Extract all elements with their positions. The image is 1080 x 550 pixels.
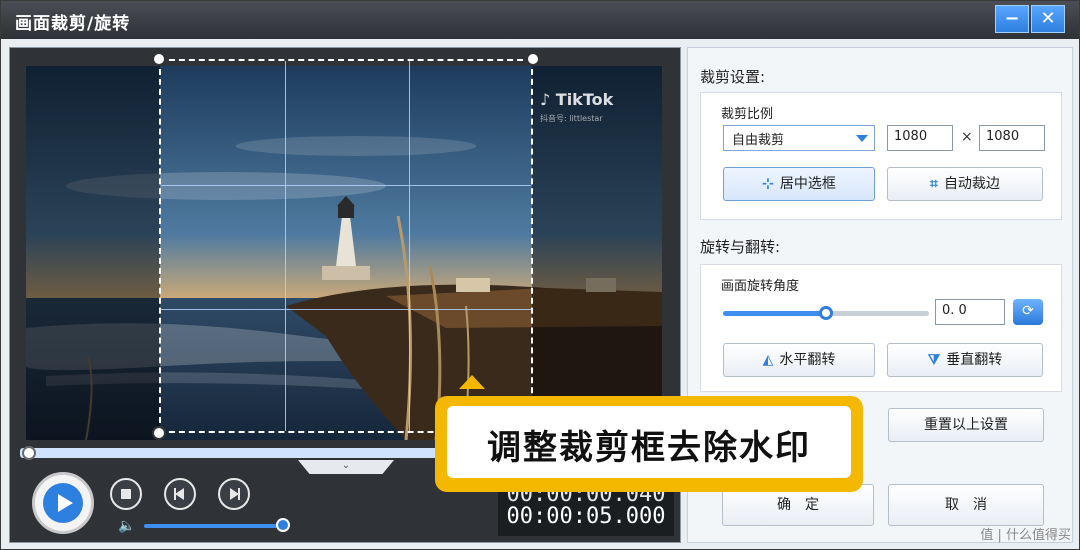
rotate-angle-handle[interactable] bbox=[819, 306, 833, 320]
rotate-icon[interactable]: ⟳ bbox=[1013, 299, 1043, 325]
auto-crop-label: 自动裁边 bbox=[943, 176, 1000, 192]
flip-horizontal-icon: ◭ bbox=[762, 352, 774, 368]
crop-ratio-label: 裁剪比例 bbox=[721, 107, 774, 122]
previous-frame-icon bbox=[174, 488, 184, 500]
seek-handle[interactable] bbox=[22, 446, 36, 460]
flip-vertical-icon: ⧩ bbox=[927, 352, 941, 368]
crop-handle-top-left[interactable] bbox=[152, 52, 166, 66]
volume-handle[interactable] bbox=[276, 518, 290, 532]
play-button[interactable] bbox=[32, 472, 94, 534]
volume-icon[interactable]: 🔈 bbox=[118, 518, 135, 534]
center-frame-icon: ⊹ bbox=[762, 176, 774, 192]
caption-box: 调整裁剪框去除水印 bbox=[447, 406, 851, 478]
crop-handle-bottom-left[interactable] bbox=[152, 426, 166, 440]
crop-gridline bbox=[285, 61, 286, 431]
crop-ratio-select[interactable]: 自由裁剪 bbox=[723, 125, 875, 151]
rotate-section-title: 旋转与翻转: bbox=[700, 238, 781, 256]
rotate-settings-group: 画面旋转角度 0. 0 ⟳ ◭ 水平翻转 ⧩ 垂直翻转 bbox=[700, 264, 1062, 392]
close-button[interactable]: ✕ bbox=[1031, 5, 1065, 33]
stop-icon bbox=[121, 489, 131, 499]
dialog-title: 画面裁剪/旋转 bbox=[15, 14, 131, 34]
center-crop-label: 居中选框 bbox=[779, 176, 836, 192]
crop-width-input[interactable]: 1080 bbox=[887, 125, 953, 151]
crop-gridline bbox=[161, 309, 531, 310]
caption-pointer bbox=[459, 375, 485, 389]
crop-gridline bbox=[161, 185, 531, 186]
crop-outside-mask-left bbox=[26, 66, 160, 440]
next-frame-icon bbox=[230, 488, 240, 500]
chevron-down-icon bbox=[856, 135, 868, 142]
crop-gridline bbox=[409, 61, 410, 431]
total-time: 00:00:05.000 bbox=[506, 504, 666, 529]
stop-button[interactable] bbox=[110, 478, 142, 510]
previous-frame-button[interactable] bbox=[164, 478, 196, 510]
flip-vertical-button[interactable]: ⧩ 垂直翻转 bbox=[887, 343, 1043, 377]
tiktok-logo: ♪ TikTok bbox=[540, 90, 614, 109]
time-display: 00:00:00.040 00:00:05.000 bbox=[498, 482, 674, 536]
caption-text: 调整裁剪框去除水印 bbox=[487, 428, 811, 468]
collapse-tab[interactable]: ⌄ bbox=[298, 460, 394, 474]
play-icon bbox=[58, 494, 73, 512]
brand-watermark: 值 | 什么值得买 bbox=[980, 528, 1071, 543]
play-circle bbox=[43, 483, 83, 523]
rotate-angle-input[interactable]: 0. 0 bbox=[935, 299, 1005, 325]
minimize-button[interactable]: − bbox=[995, 5, 1029, 33]
crop-handle-top-right[interactable] bbox=[526, 52, 540, 66]
flip-horizontal-button[interactable]: ◭ 水平翻转 bbox=[723, 343, 875, 377]
crop-height-input[interactable]: 1080 bbox=[979, 125, 1045, 151]
watermark-account: 抖音号: littlestar bbox=[540, 114, 603, 123]
reset-settings-button[interactable]: 重置以上设置 bbox=[888, 408, 1044, 442]
rotate-angle-fill bbox=[723, 311, 826, 316]
multiply-sign: × bbox=[961, 129, 973, 145]
crop-settings-group: 裁剪比例 自由裁剪 1080 × 1080 ⊹ 居中选框 ⌗ 自动裁边 bbox=[700, 92, 1062, 220]
center-crop-button[interactable]: ⊹ 居中选框 bbox=[723, 167, 875, 201]
auto-crop-button[interactable]: ⌗ 自动裁边 bbox=[887, 167, 1043, 201]
title-bar: 画面裁剪/旋转 − ✕ bbox=[1, 1, 1079, 39]
crop-icon: ⌗ bbox=[930, 176, 938, 192]
cancel-button[interactable]: 取 消 bbox=[888, 484, 1044, 526]
volume-slider[interactable] bbox=[144, 524, 286, 528]
crop-ratio-value: 自由裁剪 bbox=[732, 133, 785, 148]
flip-vertical-label: 垂直翻转 bbox=[946, 352, 1003, 368]
flip-horizontal-label: 水平翻转 bbox=[779, 352, 836, 368]
crop-section-title: 裁剪设置: bbox=[700, 68, 766, 86]
tiktok-watermark: ♪ TikTok 抖音号: littlestar bbox=[540, 90, 613, 124]
next-frame-button[interactable] bbox=[218, 478, 250, 510]
caption-banner: 调整裁剪框去除水印 bbox=[435, 396, 863, 492]
crop-rotate-dialog: 画面裁剪/旋转 − ✕ ♪ TikTok 抖音号: littlestar ⌄ 🔈… bbox=[0, 0, 1080, 550]
rotate-angle-label: 画面旋转角度 bbox=[721, 279, 800, 294]
